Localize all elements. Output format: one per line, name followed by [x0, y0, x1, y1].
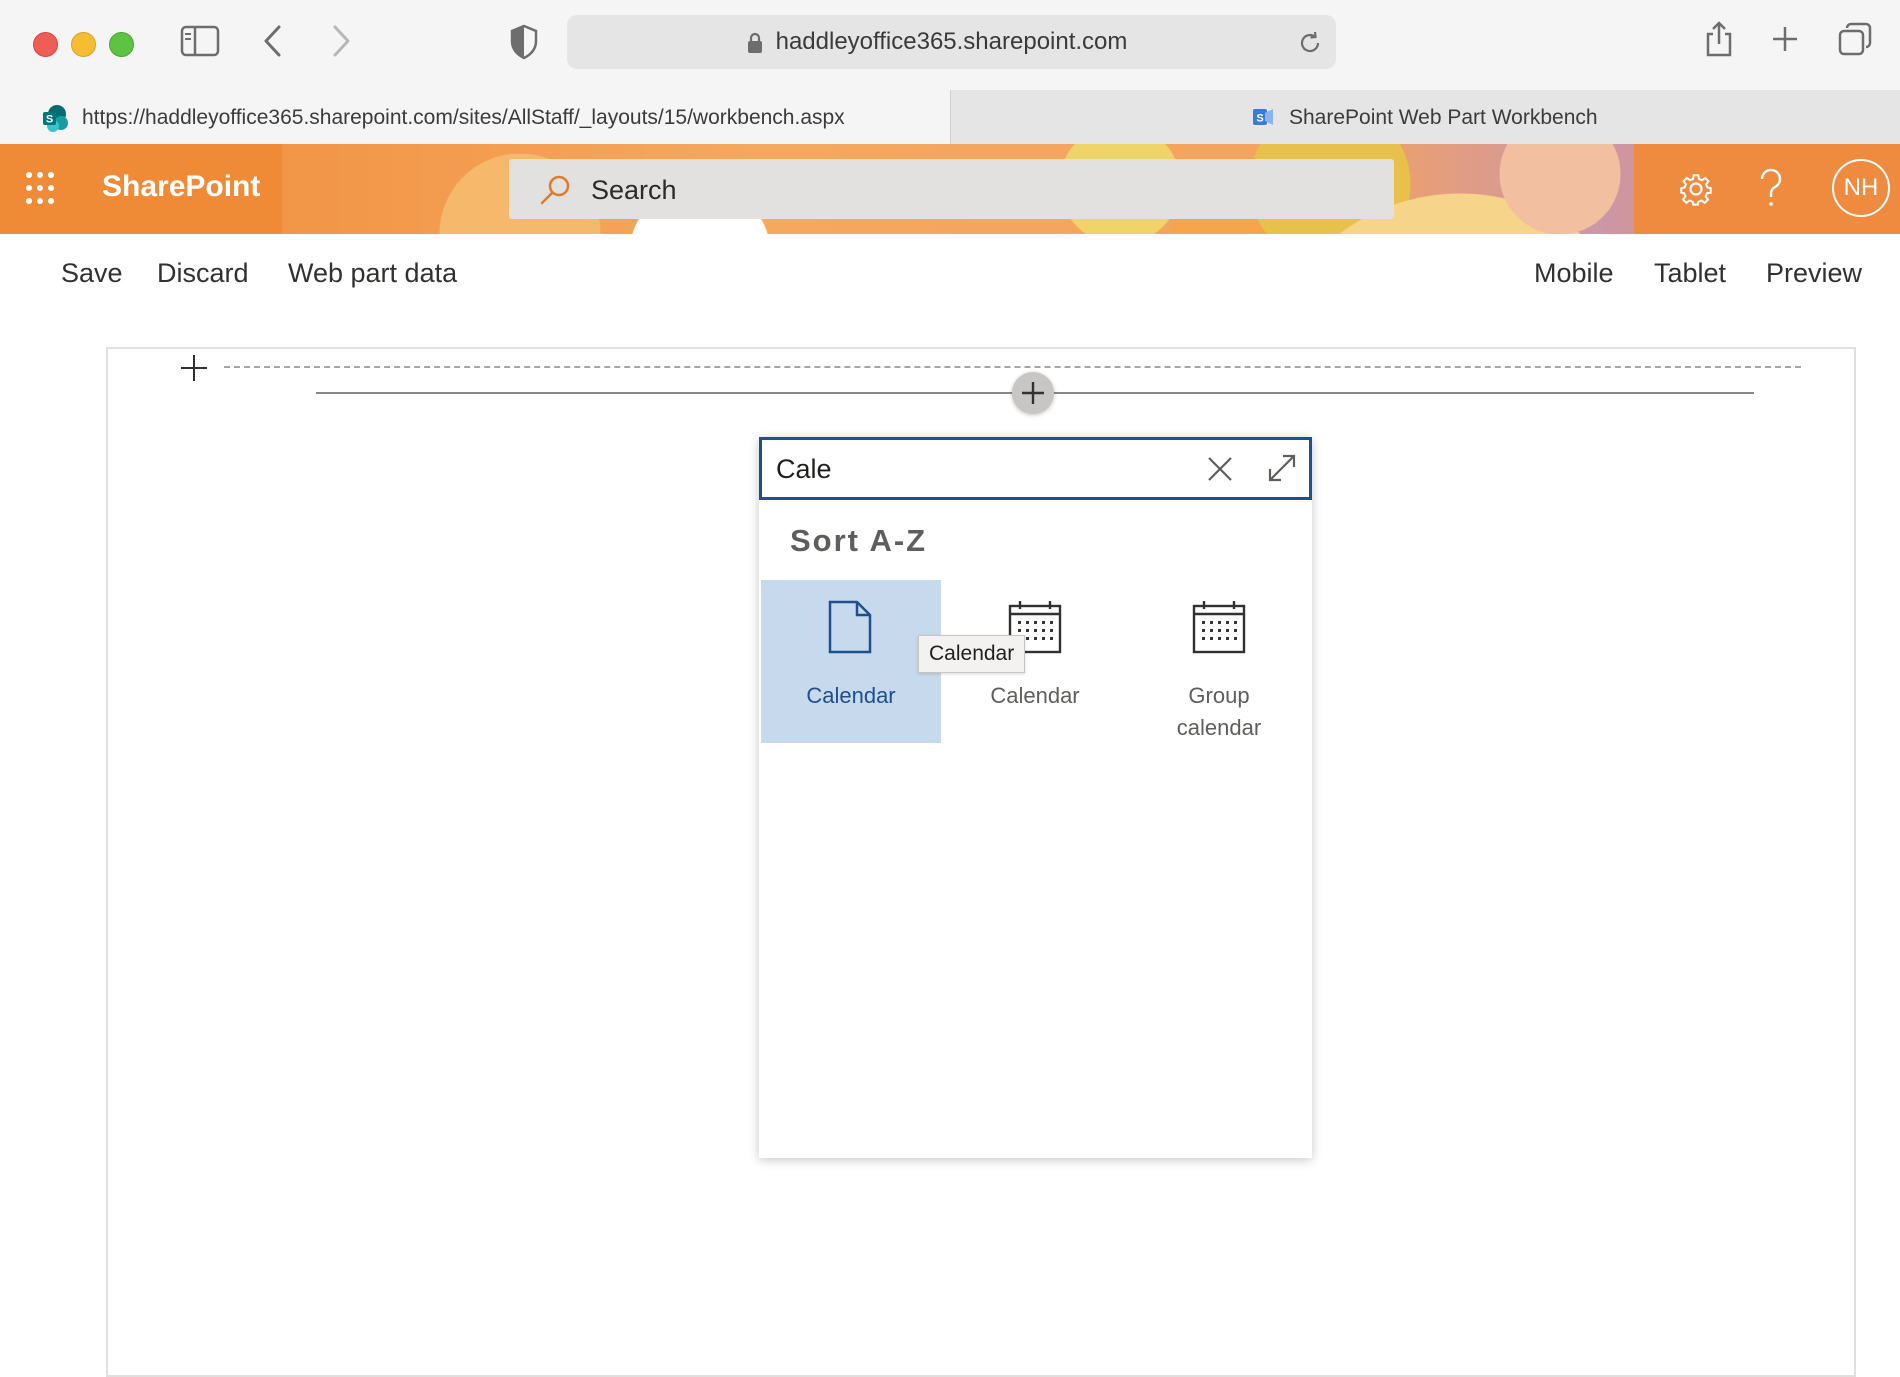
tab-bar: S https://haddleyoffice365.sharepoint.co… [0, 90, 1900, 145]
address-text: haddleyoffice365.sharepoint.com [775, 28, 1128, 55]
forward-icon[interactable] [330, 24, 352, 58]
tab-title: SharePoint Web Part Workbench [1289, 106, 1598, 129]
back-icon[interactable] [262, 24, 284, 58]
toolbox-search-box[interactable] [759, 437, 1312, 500]
plus-icon [1022, 382, 1044, 404]
toolbox-item-calendar-document[interactable]: Calendar [761, 580, 941, 743]
app-launcher-icon[interactable] [26, 172, 60, 206]
toolbox-item-label: Calendar [990, 683, 1080, 708]
new-tab-icon[interactable] [1771, 25, 1799, 53]
search-icon [540, 175, 570, 205]
suite-bar: SharePoint Search NH [0, 144, 1900, 234]
window-minimize-button[interactable] [71, 32, 96, 57]
toolbox-item-label: Group calendar [1176, 683, 1262, 740]
toolbox-search-input[interactable] [776, 448, 1216, 490]
document-icon [828, 600, 872, 654]
address-bar[interactable]: haddleyoffice365.sharepoint.com [567, 15, 1336, 69]
user-avatar[interactable]: NH [1832, 159, 1890, 217]
app-title[interactable]: SharePoint [102, 170, 260, 204]
search-placeholder: Search [591, 175, 677, 205]
tab-overview-icon[interactable] [1838, 22, 1872, 56]
web-part-toolbox: Sort A-Z Calendar Calendar [759, 437, 1312, 1158]
sharepoint-favicon-icon: S [43, 105, 68, 132]
mobile-preview-button[interactable]: Mobile [1534, 258, 1614, 289]
add-web-part-button[interactable] [1012, 372, 1054, 414]
tab-workbench-url[interactable]: S https://haddleyoffice365.sharepoint.co… [0, 90, 950, 144]
toolbox-item-group-calendar[interactable]: Group calendar [1129, 580, 1309, 743]
discard-button[interactable]: Discard [157, 258, 249, 289]
calendar-icon [1192, 601, 1246, 654]
sidebar-toggle-icon[interactable] [180, 24, 220, 58]
site-search-box[interactable]: Search [509, 159, 1394, 219]
tab-title: https://haddleyoffice365.sharepoint.com/… [82, 106, 845, 129]
window-close-button[interactable] [33, 32, 58, 57]
svg-text:S: S [46, 114, 53, 126]
toolbox-item-label: Calendar [806, 683, 896, 708]
item-tooltip: Calendar [918, 635, 1026, 673]
reload-icon[interactable] [1298, 31, 1322, 55]
clear-search-icon[interactable] [1207, 456, 1233, 482]
svg-text:S: S [1256, 113, 1263, 125]
settings-gear-icon[interactable] [1678, 171, 1714, 207]
expand-toolbox-icon[interactable] [1267, 453, 1297, 483]
suite-bar-left: SharePoint [0, 144, 282, 234]
help-icon[interactable] [1758, 168, 1784, 208]
browser-toolbar: haddleyoffice365.sharepoint.com [0, 0, 1900, 90]
section-divider [224, 366, 1801, 368]
preview-button[interactable]: Preview [1766, 258, 1862, 289]
privacy-shield-icon[interactable] [509, 24, 539, 60]
save-button[interactable]: Save [61, 258, 123, 289]
tab-web-part-workbench[interactable]: S SharePoint Web Part Workbench [950, 90, 1900, 144]
share-icon[interactable] [1704, 20, 1734, 58]
add-section-icon[interactable] [180, 354, 208, 382]
tablet-preview-button[interactable]: Tablet [1654, 258, 1726, 289]
window-maximize-button[interactable] [109, 32, 134, 57]
sharepoint-framework-icon: S [1253, 109, 1273, 125]
web-part-data-button[interactable]: Web part data [288, 258, 457, 289]
sort-label[interactable]: Sort A-Z [790, 523, 927, 559]
